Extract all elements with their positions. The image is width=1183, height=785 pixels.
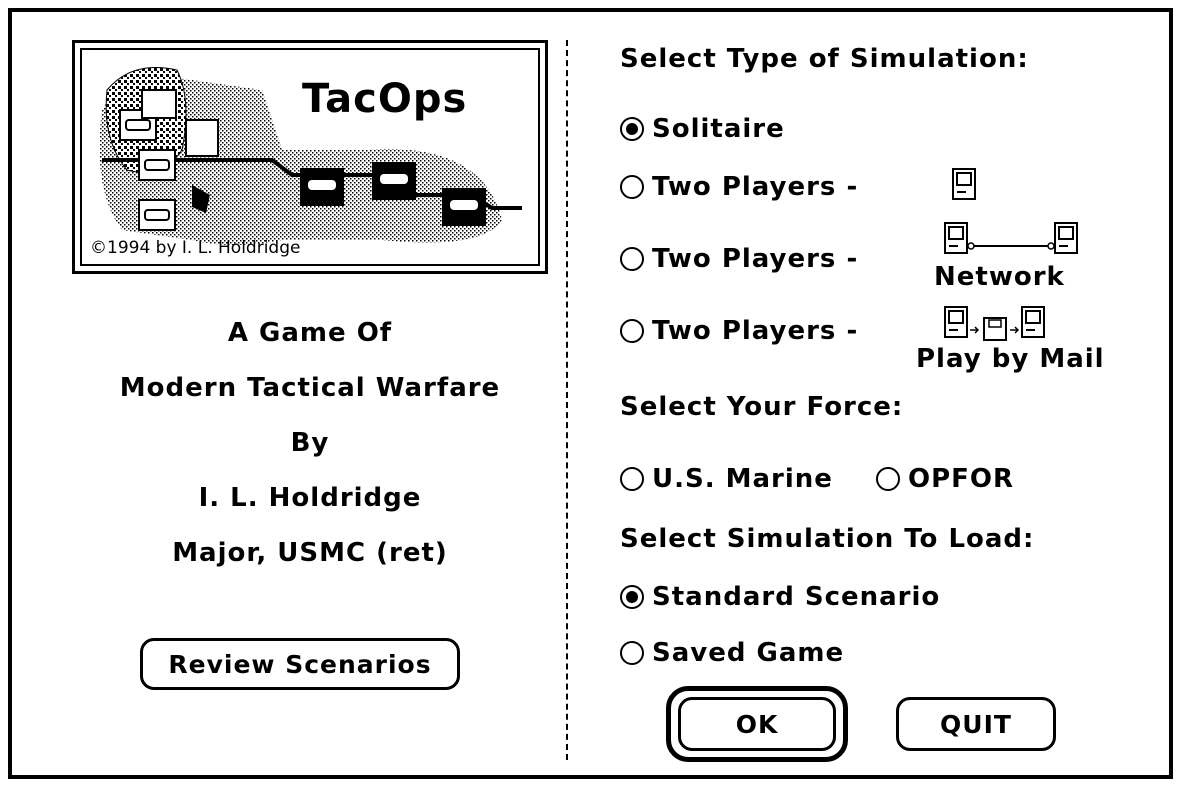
radio-button[interactable] (620, 175, 644, 199)
credit-line-3: By (290, 428, 330, 458)
vertical-divider (566, 40, 568, 760)
option-two-players-network[interactable]: Two Players - (620, 244, 858, 274)
network-icon (944, 222, 1078, 254)
radio-button[interactable] (620, 319, 644, 343)
force-heading: Select Your Force: (620, 392, 904, 422)
tacops-logo: TacOps ©1994 by I. L. Holdridge (72, 40, 548, 274)
radio-button[interactable] (620, 641, 644, 665)
option-solitaire-label: Solitaire (652, 114, 785, 144)
option-saved-game-label: Saved Game (652, 638, 845, 668)
option-us-marine[interactable]: U.S. Marine (620, 464, 833, 494)
ok-button[interactable]: OK (678, 697, 836, 751)
play-by-mail-icon (944, 306, 1045, 341)
credit-line-5: Major, USMC (ret) (172, 538, 448, 568)
radio-button-selected[interactable] (620, 585, 644, 609)
credit-line-1: A Game Of (227, 318, 393, 348)
credit-line-4: I. L. Holdridge (198, 483, 422, 513)
single-mac-icon (952, 168, 976, 200)
radio-button-selected[interactable] (620, 117, 644, 141)
quit-button[interactable]: QUIT (896, 697, 1056, 751)
review-scenarios-button[interactable]: Review Scenarios (140, 638, 460, 690)
option-standard-scenario-label: Standard Scenario (652, 582, 941, 612)
network-label: Network (934, 262, 1065, 292)
radio-button[interactable] (620, 247, 644, 271)
radio-button[interactable] (620, 467, 644, 491)
copyright-text: ©1994 by I. L. Holdridge (90, 238, 301, 258)
option-saved-game[interactable]: Saved Game (620, 638, 844, 668)
option-solitaire[interactable]: Solitaire (620, 114, 785, 144)
option-two-players-single[interactable]: Two Players - (620, 172, 858, 202)
credit-line-2: Modern Tactical Warfare (119, 373, 501, 403)
option-opfor-label: OPFOR (908, 464, 1015, 494)
load-heading: Select Simulation To Load: (620, 524, 1035, 554)
option-two-players-label: Two Players - (652, 316, 859, 346)
option-two-players-label: Two Players - (652, 244, 859, 274)
option-opfor[interactable]: OPFOR (876, 464, 1014, 494)
logo-title: TacOps (302, 76, 468, 122)
option-two-players-mail[interactable]: Two Players - (620, 316, 858, 346)
play-by-mail-label: Play by Mail (916, 344, 1105, 374)
simulation-type-heading: Select Type of Simulation: (620, 44, 1029, 74)
radio-button[interactable] (876, 467, 900, 491)
option-us-marine-label: U.S. Marine (652, 464, 833, 494)
option-two-players-label: Two Players - (652, 172, 859, 202)
option-standard-scenario[interactable]: Standard Scenario (620, 582, 940, 612)
